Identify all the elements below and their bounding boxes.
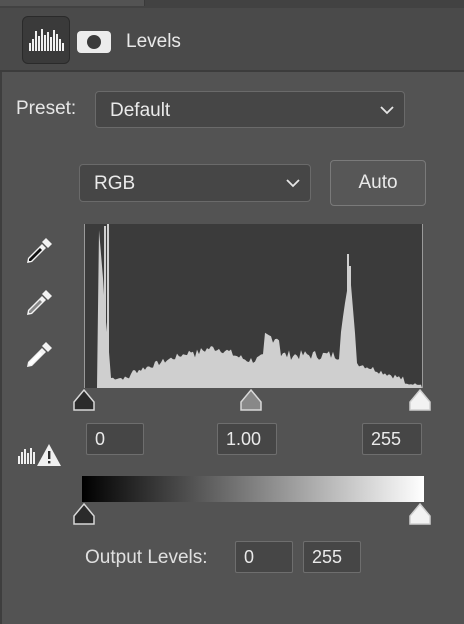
levels-histogram-icon[interactable] xyxy=(22,16,70,64)
histogram-fill xyxy=(85,230,422,388)
channel-dropdown[interactable]: RGB xyxy=(79,164,311,202)
white-point-eyedropper-icon[interactable] xyxy=(22,338,56,372)
histogram-graph xyxy=(85,224,422,388)
gamma-slider-handle[interactable] xyxy=(240,388,262,411)
panel-tab[interactable] xyxy=(0,0,145,6)
input-black-field[interactable]: 0 xyxy=(86,423,144,455)
panel-title: Levels xyxy=(126,31,181,52)
output-levels-label: Output Levels: xyxy=(85,547,208,568)
white-output-slider-handle[interactable] xyxy=(409,502,431,525)
black-input-slider-handle[interactable] xyxy=(73,388,95,411)
histogram-spike xyxy=(104,226,106,388)
histogram-spike xyxy=(347,254,349,388)
output-levels-slider[interactable] xyxy=(0,502,464,532)
black-point-eyedropper-icon[interactable] xyxy=(22,234,56,268)
chevron-down-icon xyxy=(286,179,300,188)
output-white-field[interactable]: 255 xyxy=(303,541,361,573)
preset-value: Default xyxy=(110,100,171,121)
auto-button[interactable]: Auto xyxy=(330,160,426,206)
clipping-warning-icon[interactable] xyxy=(16,440,64,470)
gray-point-eyedropper-icon[interactable] xyxy=(22,286,56,320)
preset-dropdown[interactable]: Default xyxy=(95,91,405,128)
white-input-slider-handle[interactable] xyxy=(409,388,431,411)
histogram xyxy=(84,224,423,388)
histogram-spike xyxy=(349,266,351,388)
input-gamma-field[interactable]: 1.00 xyxy=(217,423,277,455)
histogram-spike xyxy=(107,224,109,388)
preset-label: Preset: xyxy=(16,98,77,119)
output-black-field[interactable]: 0 xyxy=(235,541,293,573)
channel-value: RGB xyxy=(94,173,136,194)
black-output-slider-handle[interactable] xyxy=(73,502,95,525)
chevron-down-icon xyxy=(380,106,394,115)
mask-circle xyxy=(87,35,101,49)
input-levels-slider[interactable] xyxy=(0,388,464,418)
input-white-field[interactable]: 255 xyxy=(362,423,422,455)
header-divider xyxy=(0,70,464,72)
output-levels-gradient xyxy=(82,476,424,502)
panel-left-edge xyxy=(0,72,2,624)
